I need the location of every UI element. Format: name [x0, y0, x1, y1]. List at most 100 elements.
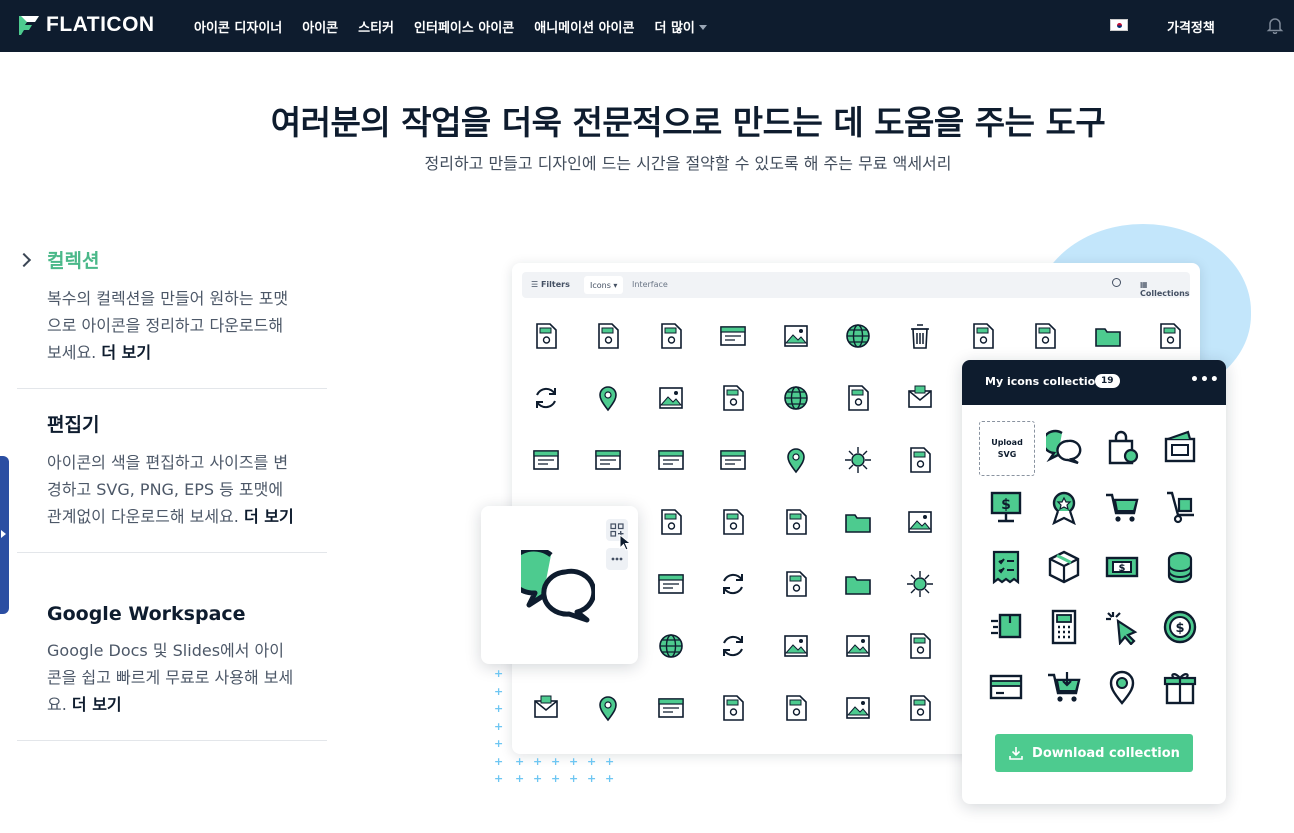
pin-icon[interactable]: [593, 693, 623, 723]
window-icon[interactable]: [718, 445, 748, 475]
nav-link-stickers[interactable]: 스티커: [358, 17, 394, 36]
korea-flag-icon[interactable]: [1110, 19, 1128, 31]
file-icon[interactable]: [1030, 321, 1060, 351]
feature-editor[interactable]: 편집기 아이콘의 색을 편집하고 사이즈를 변경하고 SVG, PNG, EPS…: [17, 410, 327, 553]
wallet-icon[interactable]: [1162, 429, 1198, 465]
file-icon[interactable]: [718, 693, 748, 723]
mail-icon[interactable]: [905, 383, 935, 413]
image-icon[interactable]: [781, 631, 811, 661]
image-icon[interactable]: [843, 631, 873, 661]
cart-icon[interactable]: [1104, 489, 1140, 525]
cash-icon[interactable]: $: [1104, 549, 1140, 585]
feature-google-workspace[interactable]: Google Workspace Google Docs 및 Slides에서 …: [17, 603, 327, 741]
delivery-icon[interactable]: [988, 609, 1024, 645]
folder-icon[interactable]: [843, 507, 873, 537]
sync-icon[interactable]: [718, 631, 748, 661]
bell-icon[interactable]: [1266, 16, 1284, 34]
window-icon[interactable]: [656, 445, 686, 475]
card-icon[interactable]: [988, 669, 1024, 705]
globe-icon[interactable]: [781, 383, 811, 413]
file-icon[interactable]: [781, 569, 811, 599]
icons-select[interactable]: Icons ▾: [584, 276, 624, 294]
sync-icon[interactable]: [531, 383, 561, 413]
image-icon[interactable]: [781, 321, 811, 351]
more-link-google-workspace[interactable]: 더 보기: [72, 695, 122, 714]
plus-decoration: +: [494, 737, 504, 750]
star-icon[interactable]: [843, 445, 873, 475]
image-icon[interactable]: [656, 383, 686, 413]
star-icon[interactable]: [905, 569, 935, 599]
file-icon[interactable]: [531, 321, 561, 351]
globe-icon[interactable]: [843, 321, 873, 351]
image-icon[interactable]: [905, 507, 935, 537]
feature-collections[interactable]: 컬렉션 복수의 컬렉션을 만들어 원하는 포맷으로 아이콘을 정리하고 다운로드…: [16, 246, 327, 389]
file-icon[interactable]: [905, 631, 935, 661]
folder-icon[interactable]: [1093, 321, 1123, 351]
feature-title-google-workspace[interactable]: Google Workspace: [47, 603, 327, 625]
mail-icon[interactable]: [531, 693, 561, 723]
pin-icon[interactable]: [593, 383, 623, 413]
chat-bubbles-icon[interactable]: [521, 550, 595, 624]
flaticon-logo[interactable]: FLATICON: [18, 13, 155, 37]
dolly-icon[interactable]: [1162, 489, 1198, 525]
file-icon[interactable]: [968, 321, 998, 351]
click-icon[interactable]: [1104, 609, 1140, 645]
upload-svg-button[interactable]: Upload SVG: [979, 421, 1035, 476]
window-icon[interactable]: [656, 569, 686, 599]
pin-icon[interactable]: [781, 445, 811, 475]
feature-title-editor[interactable]: 편집기: [47, 410, 327, 437]
feature-title-collections[interactable]: 컬렉션: [47, 246, 327, 273]
nav-link-interface-icons[interactable]: 인터페이스 아이콘: [414, 17, 514, 36]
sync-icon[interactable]: [718, 569, 748, 599]
window-icon[interactable]: [718, 321, 748, 351]
plus-decoration: +: [494, 719, 504, 733]
pricing-link[interactable]: 가격정책: [1167, 17, 1215, 36]
plus-decoration: +: [569, 772, 579, 785]
trash-icon[interactable]: [905, 321, 935, 351]
nav-link-more[interactable]: 더 많이: [654, 17, 707, 36]
board-search-input[interactable]: Interface: [632, 280, 668, 289]
file-icon[interactable]: [781, 507, 811, 537]
filters-button[interactable]: ☰ Filters: [531, 280, 570, 289]
nav-link-icons[interactable]: 아이콘: [302, 17, 338, 36]
badge-icon[interactable]: [1046, 489, 1082, 525]
more-link-collections[interactable]: 더 보기: [101, 343, 151, 362]
nav-link-icon-designers[interactable]: 아이콘 디자이너: [194, 17, 282, 36]
file-icon[interactable]: [843, 383, 873, 413]
pin-icon[interactable]: [1104, 669, 1140, 705]
calc-icon[interactable]: [1046, 609, 1082, 645]
file-icon[interactable]: [905, 445, 935, 475]
window-icon[interactable]: [593, 445, 623, 475]
chat-icon[interactable]: [1046, 429, 1082, 465]
more-link-editor[interactable]: 더 보기: [244, 507, 294, 526]
search-icon[interactable]: [1112, 278, 1121, 287]
file-icon[interactable]: [718, 383, 748, 413]
monitor-icon[interactable]: $: [988, 489, 1024, 525]
gift-icon[interactable]: [1162, 669, 1198, 705]
top-navbar: FLATICON 아이콘 디자이너 아이콘 스티커 인터페이스 아이콘 애니메이…: [0, 0, 1294, 52]
collections-button[interactable]: ▦ Collections: [1140, 280, 1190, 298]
file-icon[interactable]: [656, 507, 686, 537]
file-icon[interactable]: [718, 507, 748, 537]
box-icon[interactable]: [1046, 549, 1082, 585]
file-icon[interactable]: [1155, 321, 1185, 351]
cursor-pointer-icon: [619, 534, 632, 551]
dollar-icon[interactable]: $: [1162, 609, 1198, 645]
nav-link-animated-icons[interactable]: 애니메이션 아이콘: [534, 17, 634, 36]
file-icon[interactable]: [656, 321, 686, 351]
download-collection-button[interactable]: Download collection: [995, 734, 1193, 772]
file-icon[interactable]: [593, 321, 623, 351]
side-feedback-tab[interactable]: [0, 456, 9, 614]
folder-icon[interactable]: [843, 569, 873, 599]
image-icon[interactable]: [843, 693, 873, 723]
window-icon[interactable]: [531, 445, 561, 475]
collection-menu-button[interactable]: •••: [1190, 372, 1220, 388]
coins-icon[interactable]: [1162, 549, 1198, 585]
window-icon[interactable]: [656, 693, 686, 723]
globe-icon[interactable]: [656, 631, 686, 661]
cartdown-icon[interactable]: [1046, 669, 1082, 705]
file-icon[interactable]: [781, 693, 811, 723]
file-icon[interactable]: [905, 693, 935, 723]
receipt-icon[interactable]: [988, 549, 1024, 585]
bag-icon[interactable]: [1104, 429, 1140, 465]
